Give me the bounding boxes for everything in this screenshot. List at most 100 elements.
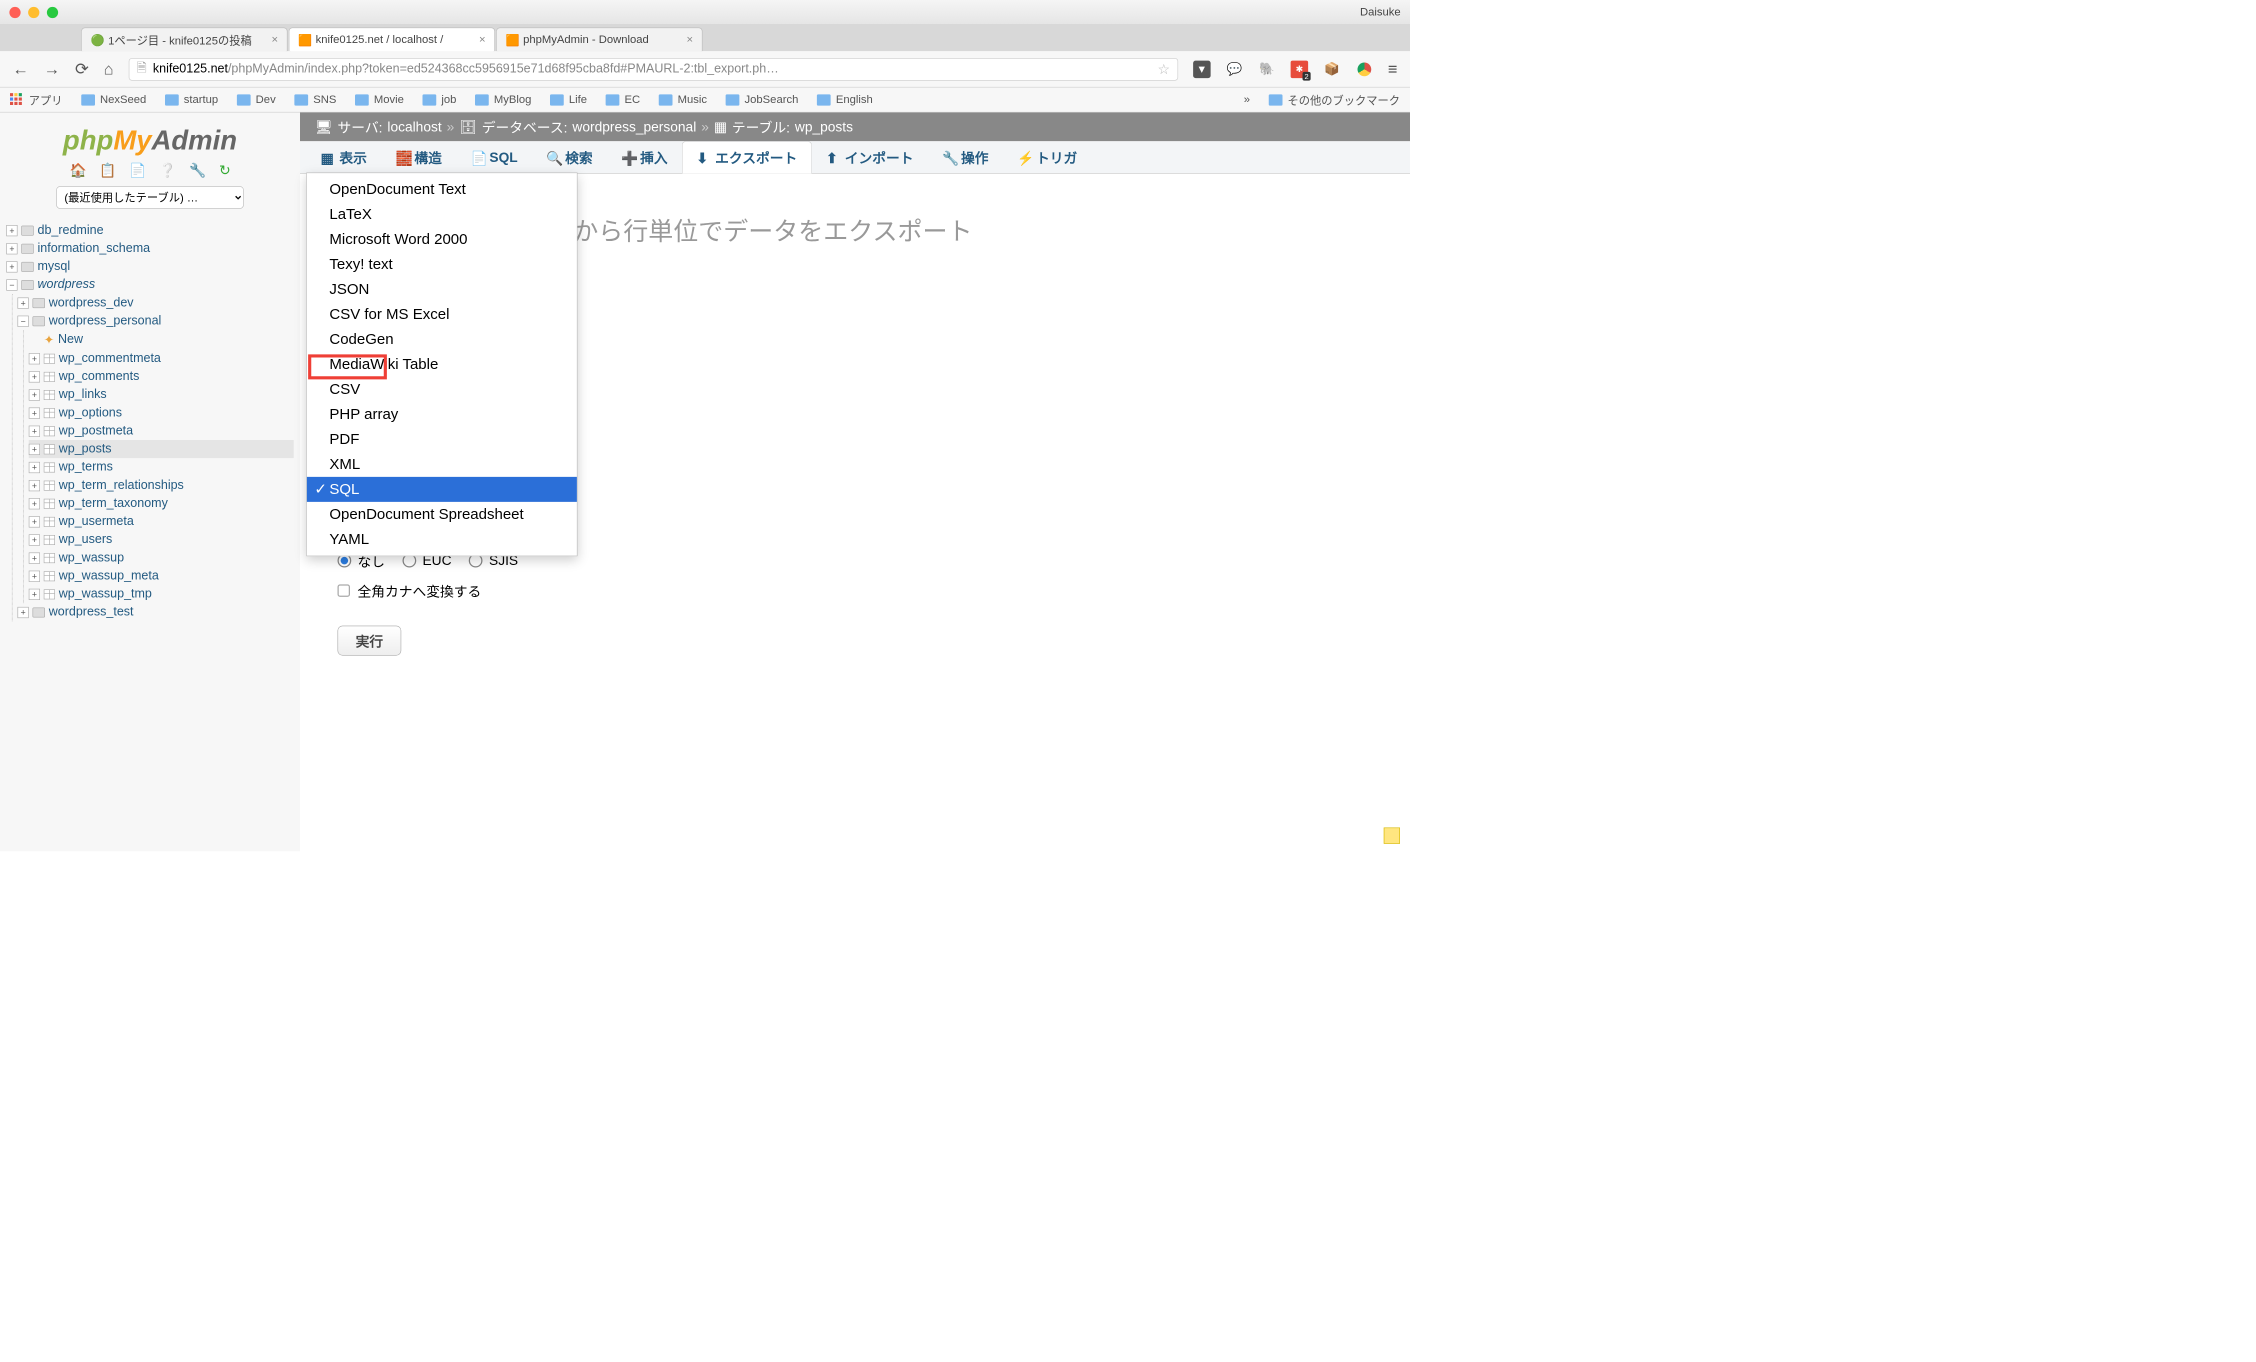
pma-tab-インポート[interactable]: ⬆インポート — [812, 141, 928, 174]
home-button[interactable]: ⌂ — [104, 59, 114, 78]
tree-table-item[interactable]: +wp_usermeta — [29, 513, 294, 531]
tree-table-item[interactable]: +wp_terms — [29, 458, 294, 476]
expand-icon[interactable]: + — [6, 261, 17, 272]
tree-table-item[interactable]: +wp_users — [29, 531, 294, 549]
expand-icon[interactable]: − — [6, 279, 17, 290]
tree-db-item[interactable]: +information_schema — [6, 239, 294, 257]
format-dropdown[interactable]: OpenDocument TextLaTeXMicrosoft Word 200… — [306, 173, 577, 557]
bookmark-folder[interactable]: Dev — [237, 93, 276, 106]
reload-button[interactable]: ⟳ — [75, 59, 89, 78]
close-tab-icon[interactable]: × — [687, 33, 694, 46]
forward-button[interactable]: → — [44, 59, 60, 78]
pma-tab-エクスポート[interactable]: ⬇エクスポート — [682, 141, 812, 174]
extension-icon[interactable]: ✱2 — [1291, 60, 1309, 78]
expand-icon[interactable]: + — [6, 225, 17, 236]
expand-icon[interactable]: + — [29, 534, 40, 545]
reload-icon[interactable]: ↻ — [219, 163, 231, 179]
bookmark-folder[interactable]: startup — [165, 93, 218, 106]
expand-icon[interactable]: + — [29, 353, 40, 364]
tree-new-item[interactable]: ✦New — [29, 330, 294, 349]
format-option[interactable]: MediaWiki Table — [307, 352, 577, 377]
pma-tab-挿入[interactable]: ➕挿入 — [607, 141, 682, 174]
format-option[interactable]: CodeGen — [307, 327, 577, 352]
bookmark-folder[interactable]: MyBlog — [475, 93, 531, 106]
sql-icon[interactable]: 📄 — [129, 163, 146, 179]
site-info-icon[interactable]: 🗎 — [137, 58, 147, 79]
expand-icon[interactable]: + — [18, 607, 29, 618]
tree-table-item[interactable]: +wp_term_taxonomy — [29, 494, 294, 512]
pma-tab-検索[interactable]: 🔍検索 — [532, 141, 607, 174]
bookmark-overflow[interactable]: » — [1244, 93, 1250, 106]
bookmark-folder[interactable]: Music — [659, 93, 707, 106]
tree-table-item[interactable]: +wp_wassup_meta — [29, 567, 294, 585]
bc-db[interactable]: wordpress_personal — [572, 119, 696, 135]
pma-tab-表示[interactable]: ▦表示 — [306, 141, 381, 174]
pma-tab-構造[interactable]: 🧱構造 — [381, 141, 456, 174]
expand-icon[interactable]: + — [29, 498, 40, 509]
tree-table-item[interactable]: +wp_commentmeta — [29, 349, 294, 367]
bookmark-folder[interactable]: Movie — [355, 93, 404, 106]
expand-icon[interactable]: + — [18, 297, 29, 308]
expand-icon[interactable]: + — [29, 407, 40, 418]
settings-icon[interactable]: 🔧 — [189, 163, 206, 179]
bookmark-folder[interactable]: JobSearch — [726, 93, 799, 106]
bookmark-folder[interactable]: SNS — [294, 93, 336, 106]
browser-tab[interactable]: 🟢1ページ目 - knife0125の投稿× — [81, 28, 287, 52]
extension-icon[interactable]: ▾ — [1193, 60, 1211, 78]
extension-icon[interactable]: 📦 — [1323, 60, 1341, 78]
tree-table-item[interactable]: +wp_comments — [29, 368, 294, 386]
back-button[interactable]: ← — [13, 59, 29, 78]
format-option[interactable]: OpenDocument Spreadsheet — [307, 502, 577, 527]
tree-table-item[interactable]: +wp_links — [29, 386, 294, 404]
checkbox-icon[interactable] — [338, 584, 351, 597]
close-tab-icon[interactable]: × — [479, 33, 486, 46]
bookmark-apps[interactable]: アプリ — [10, 92, 63, 108]
tree-table-item[interactable]: +wp_posts — [29, 440, 294, 458]
format-option[interactable]: PDF — [307, 427, 577, 452]
maximize-window-button[interactable] — [47, 7, 58, 18]
home-icon[interactable]: 🏠 — [69, 163, 86, 179]
format-option[interactable]: SQL — [307, 477, 577, 502]
profile-name[interactable]: Daisuke — [1360, 6, 1401, 19]
pma-tab-SQL[interactable]: 📄SQL — [456, 141, 532, 174]
bc-server[interactable]: localhost — [387, 119, 441, 135]
logout-icon[interactable]: 📋 — [99, 163, 116, 179]
expand-icon[interactable]: + — [29, 552, 40, 563]
expand-icon[interactable]: + — [29, 480, 40, 491]
format-option[interactable]: YAML — [307, 527, 577, 552]
tree-table-item[interactable]: +wp_wassup_tmp — [29, 585, 294, 603]
extension-icon[interactable]: 🐘 — [1258, 60, 1276, 78]
expand-icon[interactable]: + — [29, 588, 40, 599]
bookmark-folder[interactable]: EC — [606, 93, 640, 106]
close-tab-icon[interactable]: × — [272, 33, 279, 46]
format-option[interactable]: XML — [307, 452, 577, 477]
recent-tables-select[interactable]: (最近使用したテーブル) … — [56, 186, 244, 209]
bookmark-other[interactable]: その他のブックマーク — [1269, 92, 1400, 108]
expand-icon[interactable]: + — [29, 570, 40, 581]
bookmark-folder[interactable]: English — [817, 93, 873, 106]
tree-table-item[interactable]: +wp_term_relationships — [29, 476, 294, 494]
browser-tab[interactable]: 🟧knife0125.net / localhost / × — [289, 28, 495, 52]
expand-icon[interactable]: + — [29, 425, 40, 436]
format-option[interactable]: CSV — [307, 377, 577, 402]
close-window-button[interactable] — [9, 7, 20, 18]
format-option[interactable]: Microsoft Word 2000 — [307, 227, 577, 252]
format-option[interactable]: LaTeX — [307, 202, 577, 227]
expand-icon[interactable]: − — [18, 315, 29, 326]
url-bar[interactable]: 🗎 knife0125.net /phpMyAdmin/index.php?to… — [128, 58, 1178, 81]
browser-tab[interactable]: 🟧phpMyAdmin - Download× — [496, 28, 702, 52]
expand-icon[interactable]: + — [29, 516, 40, 527]
pma-tab-操作[interactable]: 🔧操作 — [928, 141, 1003, 174]
docs-icon[interactable]: ❔ — [159, 163, 176, 179]
extension-icon[interactable]: 💬 — [1226, 60, 1244, 78]
bookmark-folder[interactable]: job — [423, 93, 457, 106]
pma-tab-トリガ[interactable]: ⚡トリガ — [1003, 141, 1092, 174]
tree-table-item[interactable]: +wp_wassup — [29, 549, 294, 567]
bookmark-folder[interactable]: NexSeed — [81, 93, 146, 106]
menu-button[interactable]: ≡ — [1388, 59, 1397, 78]
format-option[interactable]: PHP array — [307, 402, 577, 427]
format-option[interactable]: Texy! text — [307, 252, 577, 277]
tree-db-item[interactable]: −wordpress — [6, 276, 294, 294]
extension-icon[interactable] — [1356, 60, 1374, 78]
minimize-window-button[interactable] — [28, 7, 39, 18]
